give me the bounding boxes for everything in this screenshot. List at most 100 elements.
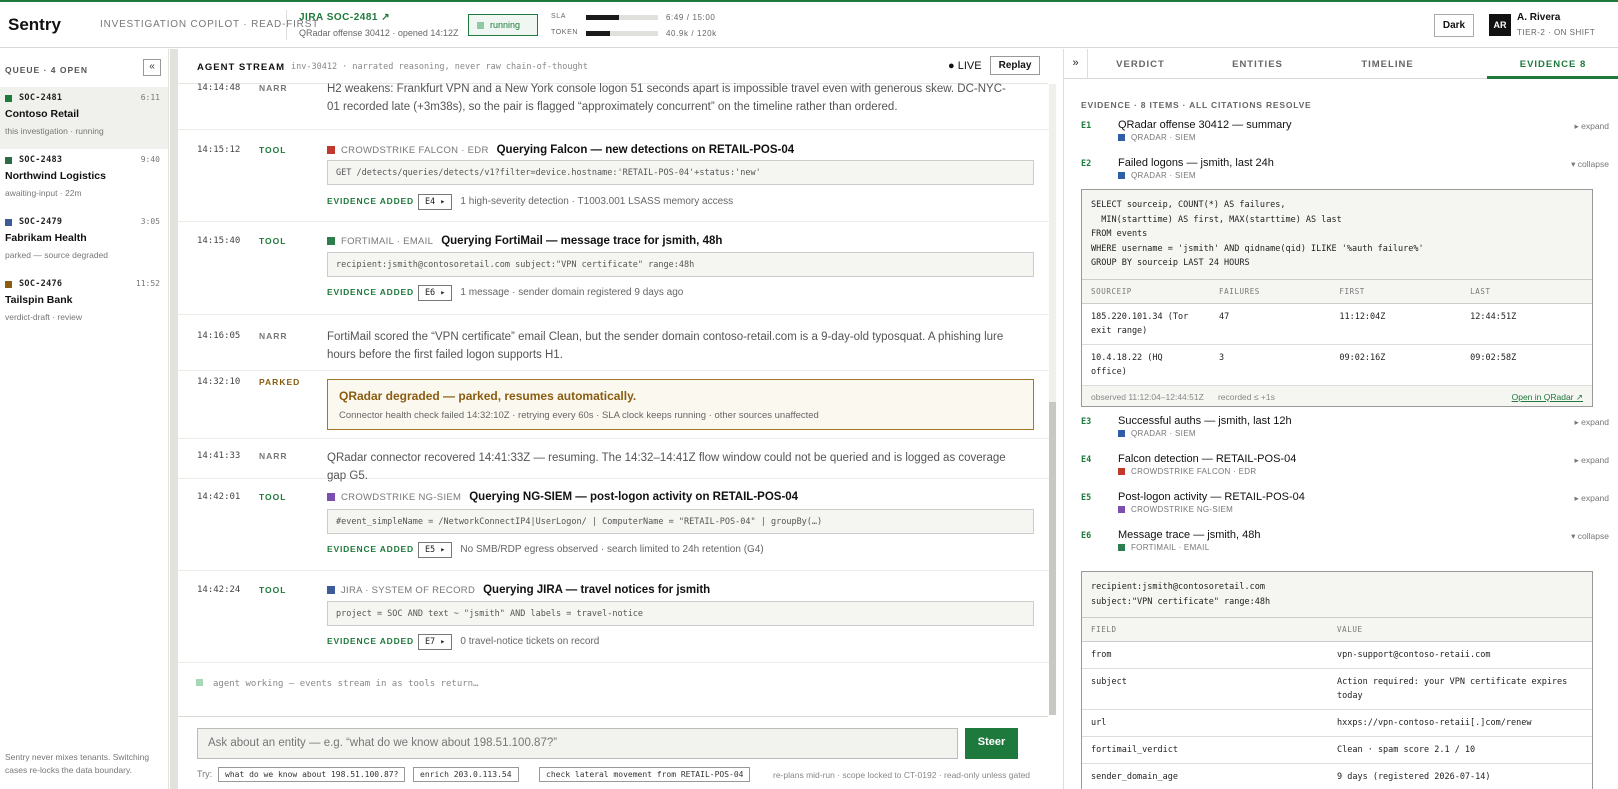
stream-scrollbar[interactable] <box>1049 402 1056 715</box>
status-dot-icon <box>477 22 484 29</box>
jira-icon <box>327 586 335 594</box>
table-row: 185.220.101.34 (Tor exit range) 47 11:12… <box>1082 303 1592 345</box>
table-row: subject Action required: your VPN certifi… <box>1082 668 1592 710</box>
evidence-source-label: QRADAR · SIEM <box>1131 133 1196 142</box>
event-kind: PARKED <box>259 377 301 387</box>
working-indicator: agent working — events stream in as tool… <box>196 679 479 689</box>
composer: Ask about an entity — e.g. “what do we k… <box>178 716 1048 789</box>
case-color-icon <box>5 157 12 164</box>
app-window: Sentry INVESTIGATION COPILOT · READ-FIRS… <box>0 0 1618 789</box>
evidence-source: FORTIMAIL · EMAIL <box>1118 543 1209 552</box>
composer-note: re-plans mid-run · scope locked to CT-01… <box>773 770 1031 780</box>
queue-item-soc-2483[interactable]: SOC-2483 9:40 Northwind Logistics awaiti… <box>0 149 168 211</box>
suggestion-chip[interactable]: check lateral movement from RETAIL-POS-0… <box>539 767 751 782</box>
sla-progress-fill <box>586 15 619 20</box>
user-role: TIER-2 · ON SHIFT <box>1517 28 1596 37</box>
suggestion-chip[interactable]: enrich 203.0.113.54 <box>413 767 519 782</box>
evidence-source-label: FORTIMAIL · EMAIL <box>1131 543 1210 552</box>
fortimail-icon <box>327 237 335 245</box>
evidence-source-label: CROWDSTRIKE FALCON · EDR <box>1131 467 1257 476</box>
queue-item-soc-2481[interactable]: SOC-2481 6:11 Contoso Retail this invest… <box>0 87 168 149</box>
evidence-id: E3 <box>1081 417 1092 427</box>
tool-source: CROWDSTRIKE NG-SIEM Querying NG-SIEM — po… <box>327 491 798 503</box>
evidence-chip-e7[interactable]: E7 ▸ <box>417 634 453 650</box>
evidence-id: E5 <box>1081 493 1092 503</box>
resize-handle[interactable] <box>170 49 177 789</box>
event-timestamp: 14:15:12 <box>197 145 241 155</box>
evidence-id: E6 <box>1081 531 1092 541</box>
table-cell: vpn-support@contoso-retaii.com <box>1328 641 1592 669</box>
evidence-added-label: EVIDENCE ADDED <box>327 287 414 297</box>
column-header: FIRST <box>1330 279 1462 304</box>
queue-item-name: Tailspin Bank <box>5 294 73 306</box>
replay-button[interactable]: Replay <box>990 56 1040 75</box>
tool-source-label: CROWDSTRIKE NG-SIEM <box>341 492 462 503</box>
collapse-toggle[interactable]: ▾ collapse <box>1571 159 1609 170</box>
sla-label: SLA <box>551 13 567 20</box>
avatar[interactable]: AR <box>1489 14 1511 36</box>
table-cell: fortimail_verdict <box>1082 736 1328 764</box>
parked-notice: QRadar degraded — parked, resumes automa… <box>327 379 1034 430</box>
evidence-added-label: EVIDENCE ADDED <box>327 636 414 646</box>
expand-toggle[interactable]: ▸ expand <box>1574 455 1609 466</box>
case-link[interactable]: JIRA SOC-2481 ↗ <box>299 12 390 23</box>
ask-input[interactable]: Ask about an entity — e.g. “what do we k… <box>197 728 958 759</box>
tenant-note: Sentry never mixes tenants. Switching ca… <box>5 752 150 775</box>
evidence-e6-detail: recipient:jsmith@contosoretail.com subje… <box>1081 571 1593 789</box>
sla-progress-bar <box>586 15 658 20</box>
stream-subtitle: inv-30412 · narrated reasoning, never ra… <box>291 62 588 72</box>
stream-event: 14:42:01 TOOL CROWDSTRIKE NG-SIEM Queryin… <box>178 479 1050 571</box>
expand-panel-button[interactable]: » <box>1064 49 1088 79</box>
open-in-qradar-link[interactable]: Open in QRadar ↗ <box>1512 392 1583 403</box>
table-row: from vpn-support@contoso-retaii.com <box>1082 641 1592 669</box>
tab-timeline[interactable]: TIMELINE <box>1323 49 1452 79</box>
evidence-added: EVIDENCE ADDED E6 ▸ 1 message · sender dom… <box>327 285 683 301</box>
stream-event: 14:15:12 TOOL CROWDSTRIKE FALCON · EDR Qu… <box>178 130 1050 222</box>
expand-toggle[interactable]: ▸ expand <box>1574 121 1609 132</box>
expand-toggle[interactable]: ▸ expand <box>1574 493 1609 504</box>
tab-evidence[interactable]: EVIDENCE 8 <box>1487 49 1618 79</box>
evidence-added: EVIDENCE ADDED E7 ▸ 0 travel-notice ticket… <box>327 634 599 650</box>
evidence-result: No SMB/RDP egress observed · search limi… <box>460 544 764 555</box>
evidence-source: CROWDSTRIKE NG-SIEM <box>1118 505 1233 514</box>
case-subtitle: QRadar offense 30412 · opened 14:12Z <box>299 28 459 38</box>
tab-verdict[interactable]: VERDICT <box>1089 49 1192 79</box>
evidence-source: QRADAR · SIEM <box>1118 429 1196 438</box>
evidence-added-label: EVIDENCE ADDED <box>327 196 414 206</box>
table-cell: url <box>1082 709 1328 737</box>
queue-item-id: SOC-2481 <box>19 93 63 103</box>
evidence-result: 1 high-severity detection · T1003.001 LS… <box>460 196 734 207</box>
table-cell: 11:12:04Z <box>1330 303 1462 345</box>
collapse-toggle[interactable]: ▾ collapse <box>1571 531 1609 542</box>
suggestion-chip[interactable]: what do we know about 198.51.100.87? <box>218 767 406 782</box>
queue-item-soc-2479[interactable]: SOC-2479 3:05 Fabrikam Health parked — s… <box>0 211 168 273</box>
evidence-title: Falcon detection — RETAIL-POS-04 <box>1118 453 1297 465</box>
ngsiem-icon <box>1118 506 1125 513</box>
evidence-chip-e5[interactable]: E5 ▸ <box>417 542 453 558</box>
queue-item-name: Northwind Logistics <box>5 170 106 182</box>
evidence-chip-e6[interactable]: E6 ▸ <box>417 285 453 301</box>
collapse-sidebar-button[interactable]: « <box>143 59 161 76</box>
table-cell: 09:02:16Z <box>1330 344 1462 386</box>
table-row: 10.4.18.22 (HQ office) 3 09:02:16Z 09:02… <box>1082 344 1592 386</box>
steer-button[interactable]: Steer <box>965 728 1018 759</box>
tab-entities[interactable]: ENTITIES <box>1192 49 1323 79</box>
evidence-chip-e4[interactable]: E4 ▸ <box>417 194 453 210</box>
evidence-title: Successful auths — jsmith, last 12h <box>1118 415 1292 427</box>
evidence-source-label: QRADAR · SIEM <box>1131 429 1196 438</box>
qradar-icon <box>1118 430 1125 437</box>
user-name: A. Rivera <box>1517 12 1561 23</box>
brand-logo: Sentry <box>8 15 61 34</box>
expand-toggle[interactable]: ▸ expand <box>1574 417 1609 428</box>
theme-toggle-button[interactable]: Dark <box>1434 14 1474 37</box>
tool-query: project = SOC AND text ~ "jsmith" AND la… <box>327 601 1034 626</box>
queue-item-soc-2476[interactable]: SOC-2476 11:52 Tailspin Bank verdict-dra… <box>0 273 168 335</box>
queue-heading: QUEUE · 4 OPEN <box>5 65 88 75</box>
stream-event: 14:16:05 NARR FortiMail scored the “VPN … <box>178 315 1050 371</box>
table-cell: from <box>1082 641 1328 669</box>
table-cell: 12:44:51Z <box>1461 303 1592 345</box>
event-narration: H2 weakens: Frankfurt VPN and a New York… <box>327 83 1006 113</box>
evidence-added: EVIDENCE ADDED E5 ▸ No SMB/RDP egress obse… <box>327 542 764 558</box>
event-kind: NARR <box>259 83 288 93</box>
queue-item-id: SOC-2479 <box>19 217 63 227</box>
